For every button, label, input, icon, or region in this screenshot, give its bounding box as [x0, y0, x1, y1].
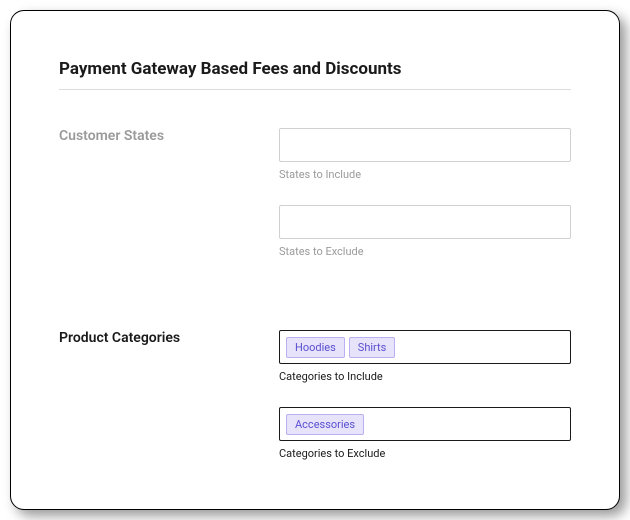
states-include-group: States to Include	[279, 128, 571, 181]
categories-include-helper: Categories to Include	[279, 370, 571, 383]
customer-states-label-col: Customer States	[59, 128, 279, 282]
states-exclude-group: States to Exclude	[279, 205, 571, 258]
categories-exclude-group: Accessories Categories to Exclude	[279, 407, 571, 460]
categories-exclude-input[interactable]: Accessories	[279, 407, 571, 441]
tag-hoodies[interactable]: Hoodies	[286, 337, 345, 358]
product-categories-label: Product Categories	[59, 330, 279, 346]
categories-include-input[interactable]: Hoodies Shirts	[279, 330, 571, 364]
product-categories-fields: Hoodies Shirts Categories to Include Acc…	[279, 330, 571, 484]
customer-states-row: Customer States States to Include States…	[59, 128, 571, 282]
states-exclude-input[interactable]	[279, 205, 571, 239]
categories-exclude-helper: Categories to Exclude	[279, 447, 571, 460]
tag-shirts[interactable]: Shirts	[349, 337, 396, 358]
page-title: Payment Gateway Based Fees and Discounts	[59, 59, 571, 90]
customer-states-label: Customer States	[59, 128, 279, 144]
customer-states-fields: States to Include States to Exclude	[279, 128, 571, 282]
tag-accessories[interactable]: Accessories	[286, 414, 364, 435]
states-include-helper: States to Include	[279, 168, 571, 181]
categories-include-group: Hoodies Shirts Categories to Include	[279, 330, 571, 383]
states-include-input[interactable]	[279, 128, 571, 162]
states-exclude-helper: States to Exclude	[279, 245, 571, 258]
product-categories-label-col: Product Categories	[59, 330, 279, 484]
product-categories-row: Product Categories Hoodies Shirts Catego…	[59, 330, 571, 484]
settings-card: Payment Gateway Based Fees and Discounts…	[10, 10, 620, 510]
